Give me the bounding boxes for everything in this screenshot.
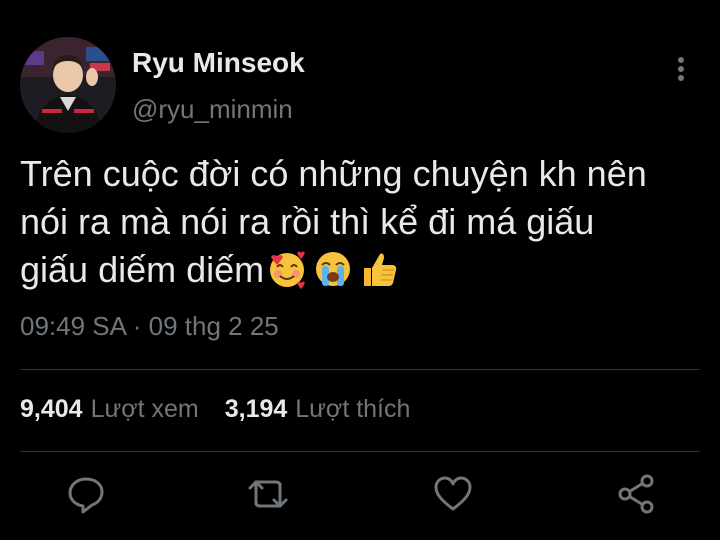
avatar[interactable] xyxy=(20,37,116,133)
divider xyxy=(20,451,700,452)
likes-count[interactable]: 3,194 xyxy=(225,395,288,424)
like-icon xyxy=(434,476,472,511)
reply-icon xyxy=(68,477,104,514)
author-handle[interactable]: @ryu_minmin xyxy=(132,94,293,125)
retweet-button[interactable] xyxy=(246,472,290,516)
share-icon xyxy=(618,474,654,514)
tweet-stats: 9,404 Lượt xem 3,194 Lượt thích xyxy=(20,395,410,424)
divider xyxy=(20,369,700,370)
tweet-timestamp[interactable]: 09:49 SA · 09 thg 2 25 xyxy=(20,311,279,342)
views-count: 9,404 xyxy=(20,395,83,423)
reply-button[interactable] xyxy=(64,472,108,516)
loudly-crying-face-icon xyxy=(316,252,351,286)
likes-label[interactable]: Lượt thích xyxy=(295,395,410,424)
thumbs-up-icon xyxy=(364,253,397,286)
more-options-button[interactable] xyxy=(668,54,694,86)
share-button[interactable] xyxy=(614,472,658,516)
emoji-group xyxy=(266,248,400,290)
profile-photo-icon xyxy=(20,37,116,133)
like-button[interactable] xyxy=(431,472,475,516)
views-label: Lượt xem xyxy=(90,395,199,423)
author-display-name[interactable]: Ryu Minseok xyxy=(132,47,305,79)
tweet-text: Trên cuộc đời có những chuyện kh nên nói… xyxy=(20,150,710,294)
retweet-icon xyxy=(248,480,288,508)
more-vertical-icon xyxy=(678,57,684,81)
smiling-face-with-hearts-icon xyxy=(270,251,306,289)
